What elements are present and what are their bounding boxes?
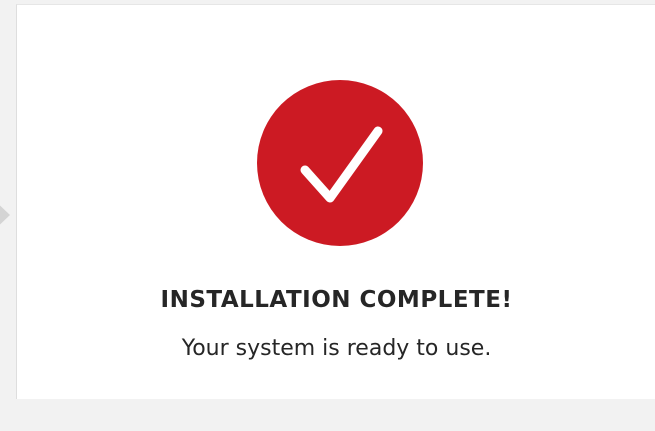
previous-step-arrow-icon: [0, 198, 10, 232]
checkmark-icon: [300, 126, 383, 203]
completion-message: Your system is ready to use.: [181, 336, 492, 361]
completion-panel: INSTALLATION COMPLETE! Your system is re…: [16, 4, 655, 399]
success-badge: [257, 80, 423, 246]
installer-window: INSTALLATION COMPLETE! Your system is re…: [0, 0, 655, 431]
completion-title: INSTALLATION COMPLETE!: [160, 287, 513, 313]
